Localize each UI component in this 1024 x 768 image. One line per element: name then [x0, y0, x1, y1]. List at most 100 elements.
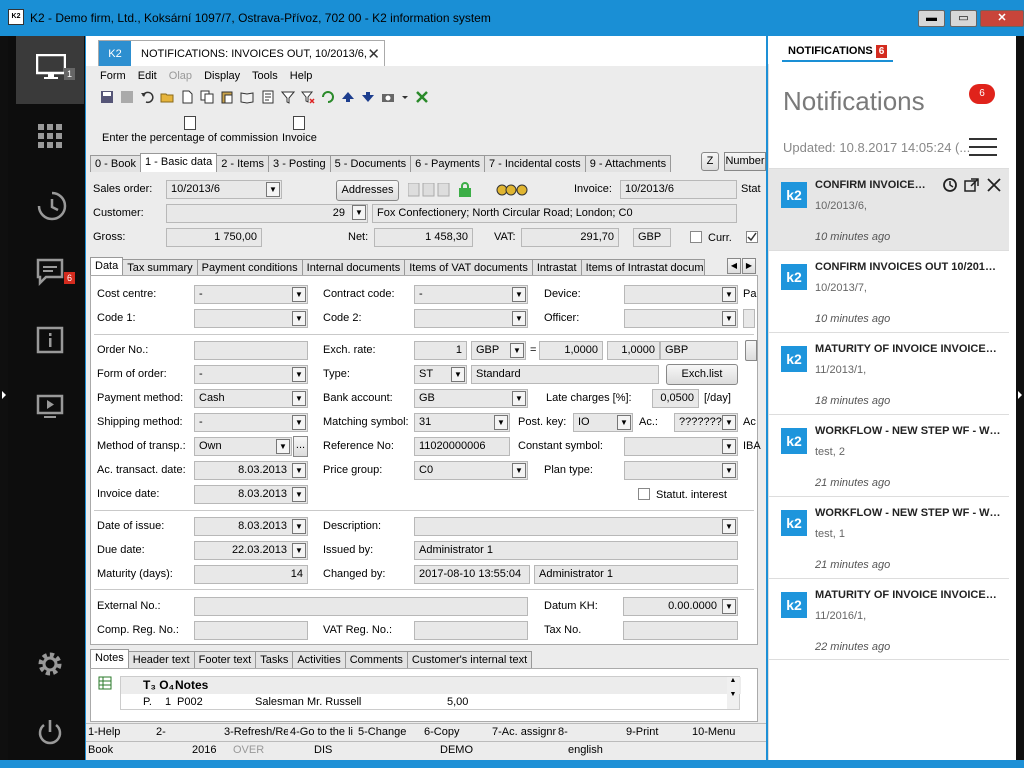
- statut-interest-checkbox[interactable]: [638, 488, 650, 500]
- invoice-field[interactable]: 10/2013/6: [620, 180, 737, 199]
- comp-reg-field[interactable]: [194, 621, 308, 640]
- chevron-down-icon[interactable]: ▼: [494, 415, 508, 430]
- chevron-down-icon[interactable]: ▼: [292, 415, 306, 430]
- date-of-issue-field[interactable]: 8.03.2013 ▼: [194, 517, 308, 536]
- dropdown-arrow-icon[interactable]: [401, 90, 409, 104]
- table-icon[interactable]: [98, 676, 112, 690]
- camera-icon[interactable]: [381, 90, 395, 104]
- exch-value2-field[interactable]: 1,0000: [607, 341, 660, 360]
- undo-icon[interactable]: [140, 90, 154, 104]
- paste-icon[interactable]: [220, 90, 234, 104]
- ac-field[interactable]: ???????? ▼: [674, 413, 738, 432]
- sidebar-item-modules[interactable]: [16, 104, 84, 172]
- invoice-date-field[interactable]: 8.03.2013 ▼: [194, 485, 308, 504]
- chevron-down-icon[interactable]: ▼: [292, 543, 306, 558]
- chevron-down-icon[interactable]: ▼: [722, 287, 736, 302]
- fkey-6[interactable]: 6-Copy: [424, 726, 490, 738]
- plan-type-field[interactable]: ▼: [624, 461, 738, 480]
- chevron-down-icon[interactable]: ▼: [512, 287, 526, 302]
- maximize-button[interactable]: ▭: [950, 10, 977, 27]
- notification-item[interactable]: k2 WORKFLOW - NEW STEP WF - WO... test, …: [769, 414, 1009, 496]
- vat-reg-field[interactable]: [414, 621, 528, 640]
- payment-method-field[interactable]: Cash ▼: [194, 389, 308, 408]
- chevron-down-icon[interactable]: ▼: [512, 463, 526, 478]
- price-group-field[interactable]: C0 ▼: [414, 461, 528, 480]
- ac-transact-field[interactable]: 8.03.2013 ▼: [194, 461, 308, 480]
- tab-comments[interactable]: Comments: [344, 651, 408, 669]
- tab-incidental-costs[interactable]: 7 - Incidental costs: [483, 155, 586, 173]
- menu-edit[interactable]: Edit: [138, 70, 157, 82]
- chevron-down-icon[interactable]: ▼: [266, 182, 280, 197]
- tab-customer-internal-text[interactable]: Customer's internal text: [406, 651, 533, 669]
- fkey-1[interactable]: 1-Help: [88, 726, 154, 738]
- tab-attachments[interactable]: 9 - Attachments: [584, 155, 672, 173]
- sidebar-item-settings[interactable]: [16, 632, 84, 700]
- filter-icon[interactable]: [280, 90, 295, 104]
- close-icon[interactable]: [985, 177, 1003, 193]
- chevron-down-icon[interactable]: ▼: [292, 287, 306, 302]
- book-icon[interactable]: [240, 90, 254, 104]
- notes-scrollbar[interactable]: ▲ ▼: [727, 677, 739, 709]
- bank-account-field[interactable]: GB ▼: [414, 389, 528, 408]
- tab-book[interactable]: 0 - Book: [90, 155, 141, 173]
- description-field[interactable]: ▼: [414, 517, 738, 536]
- save-icon[interactable]: [100, 90, 114, 104]
- invoice-command[interactable]: Invoice: [282, 116, 317, 144]
- arrow-up-icon[interactable]: [341, 90, 355, 104]
- right-collapse-edge[interactable]: [1016, 36, 1024, 760]
- fkey-7[interactable]: 7-Ac. assignm: [492, 726, 556, 738]
- tab-activities[interactable]: Activities: [292, 651, 346, 669]
- refresh-icon[interactable]: [321, 90, 335, 104]
- clear-filter-icon[interactable]: [300, 90, 315, 104]
- notification-item[interactable]: k2 CONFIRM INVOICES OUT 10/2013/6, 10 mi…: [769, 168, 1009, 250]
- due-date-field[interactable]: 22.03.2013 ▼: [194, 541, 308, 560]
- fkey-5[interactable]: 5-Change: [358, 726, 422, 738]
- datum-kh-field[interactable]: 0.00.0000 ▼: [623, 597, 738, 616]
- chevron-down-icon[interactable]: ▼: [276, 439, 290, 454]
- exch-currency-field[interactable]: GBP ▼: [471, 341, 526, 360]
- sidebar-item-desktop[interactable]: 1: [16, 36, 84, 104]
- contract-code-field[interactable]: - ▼: [414, 285, 528, 304]
- chevron-down-icon[interactable]: ▼: [722, 463, 736, 478]
- number-button[interactable]: Number: [724, 152, 766, 171]
- cost-centre-field[interactable]: - ▼: [194, 285, 308, 304]
- device-field[interactable]: ▼: [624, 285, 738, 304]
- fkey-2[interactable]: 2-: [156, 726, 222, 738]
- new-document-icon[interactable]: [180, 90, 194, 104]
- menu-display[interactable]: Display: [204, 70, 240, 82]
- reference-field[interactable]: 11020000006: [414, 437, 510, 456]
- exch-value-field[interactable]: 1,0000: [539, 341, 603, 360]
- tab-posting[interactable]: 3 - Posting: [268, 155, 331, 173]
- exch-list-button[interactable]: Exch.list: [666, 364, 738, 385]
- hamburger-menu-icon[interactable]: [969, 138, 997, 162]
- pa-field[interactable]: [743, 309, 755, 328]
- chevron-down-icon[interactable]: ▼: [292, 311, 306, 326]
- tab-payments[interactable]: 6 - Payments: [410, 155, 485, 173]
- customer-text-field[interactable]: Fox Confectionery; North Circular Road; …: [372, 204, 737, 223]
- save-as-icon[interactable]: [120, 90, 134, 104]
- fkey-9[interactable]: 9-Print: [626, 726, 690, 738]
- chevron-down-icon[interactable]: ▼: [512, 391, 526, 406]
- chevron-down-icon[interactable]: ▼: [292, 519, 306, 534]
- side-button[interactable]: [745, 340, 757, 361]
- snooze-icon[interactable]: [941, 177, 959, 193]
- chevron-down-icon[interactable]: ▼: [292, 487, 306, 502]
- officer-field[interactable]: ▼: [624, 309, 738, 328]
- customer-number-field[interactable]: 29: [166, 204, 368, 223]
- close-tab-icon[interactable]: ✕: [367, 45, 380, 63]
- scroll-right-button[interactable]: ▶: [742, 258, 756, 274]
- fkey-4[interactable]: 4-Go to the li: [290, 726, 356, 738]
- chevron-down-icon[interactable]: ▼: [722, 415, 736, 430]
- code1-field[interactable]: ▼: [194, 309, 308, 328]
- sidebar-item-messages[interactable]: 6: [16, 240, 84, 308]
- curr-checkbox[interactable]: [690, 231, 702, 243]
- fkey-10[interactable]: 10-Menu: [692, 726, 758, 738]
- exch-rate-amount[interactable]: 1: [414, 341, 467, 360]
- chevron-down-icon[interactable]: ▼: [352, 205, 366, 220]
- order-no-field[interactable]: [194, 341, 308, 360]
- export-excel-icon[interactable]: [415, 90, 429, 104]
- chevron-down-icon[interactable]: ▼: [451, 367, 465, 382]
- commission-command[interactable]: Enter the percentage of commission: [102, 116, 278, 144]
- tab-notes[interactable]: Notes: [90, 649, 129, 669]
- sales-order-field[interactable]: 10/2013/6 ▼: [166, 180, 282, 199]
